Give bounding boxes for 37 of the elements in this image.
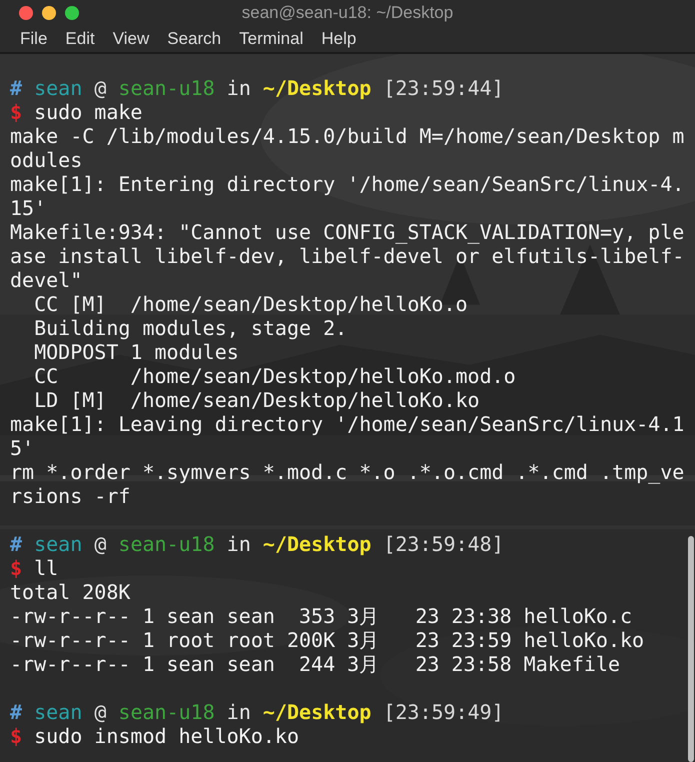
output-line: total 208K xyxy=(10,580,130,604)
menu-item[interactable]: Terminal xyxy=(231,26,312,52)
output-line: Makefile:934: "Cannot use CONFIG_STACK_VALIDATION=y, ple xyxy=(10,220,684,244)
output-line: -rw-r--r-- 1 root root 200K 3月 23 23:59 helloKo.ko xyxy=(10,628,644,652)
command-line: $ sudo make xyxy=(10,100,142,124)
output-line: make -C /lib/modules/4.15.0/build M=/home/sean/Desktop m xyxy=(10,124,684,148)
output-line: -rw-r--r-- 1 sean sean 353 3月 23 23:38 helloKo.c xyxy=(10,604,632,628)
output-line: devel" xyxy=(10,268,82,292)
menu-item[interactable]: Help xyxy=(313,26,364,52)
output-line: 5' xyxy=(10,436,34,460)
command-line: $ ll xyxy=(10,556,58,580)
menu-item[interactable]: Edit xyxy=(57,26,103,52)
output-line: CC /home/sean/Desktop/helloKo.mod.o xyxy=(33,364,516,388)
output-line: 15' xyxy=(10,196,46,220)
output-line: make[1]: Entering directory '/home/sean/SeanSrc/linux-4. xyxy=(10,172,684,196)
window-title: sean@sean-u18: ~/Desktop xyxy=(242,2,454,24)
menu-item[interactable]: File xyxy=(12,26,56,52)
minimize-button[interactable] xyxy=(42,6,56,20)
output-line: rsions -rf xyxy=(10,484,130,508)
output-line: CC [M] /home/sean/Desktop/helloKo.o xyxy=(33,292,468,316)
output-line: ase install libelf-dev, libelf-devel or elfutils-libelf- xyxy=(10,244,684,268)
menu-item[interactable]: View xyxy=(104,26,158,52)
output-line: rm *.order *.symvers *.mod.c *.o .*.o.cmd .*.cmd .tmp_ve xyxy=(10,460,684,484)
output-line: odules xyxy=(10,148,82,172)
command-line: $ sudo insmod helloKo.ko xyxy=(10,724,299,748)
prompt-line: # sean @ sean-u18 in ~/Desktop [23:59:44] xyxy=(10,76,504,100)
output-line: MODPOST 1 modules xyxy=(33,340,239,364)
prompt-line: # sean @ sean-u18 in ~/Desktop [23:59:48] xyxy=(10,532,504,556)
maximize-button[interactable] xyxy=(65,6,79,20)
menu-item[interactable]: Search xyxy=(159,26,230,52)
scrollbar[interactable] xyxy=(688,536,694,762)
output-line: LD [M] /home/sean/Desktop/helloKo.ko xyxy=(33,388,480,412)
close-button[interactable] xyxy=(19,6,33,20)
output-line: -rw-r--r-- 1 sean sean 244 3月 23 23:58 Makefile xyxy=(10,652,620,676)
output-line: make[1]: Leaving directory '/home/sean/SeanSrc/linux-4.1 xyxy=(10,412,684,436)
prompt-line: # sean @ sean-u18 in ~/Desktop [23:59:49] xyxy=(10,700,504,724)
output-line: Building modules, stage 2. xyxy=(33,316,348,340)
